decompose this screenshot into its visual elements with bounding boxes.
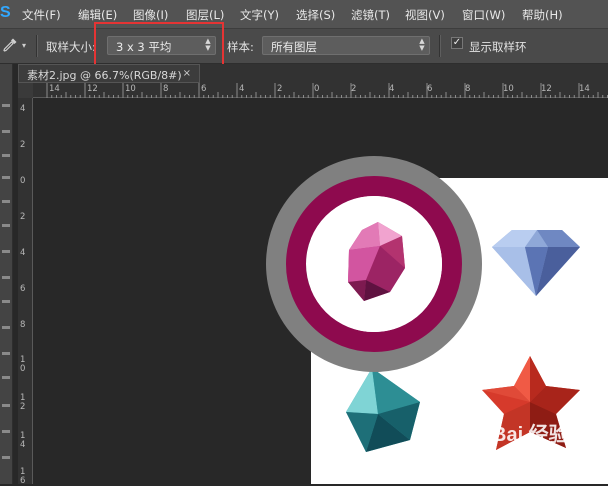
blue-diamond-image (492, 230, 580, 296)
watermark-url: jingyan.baidu.com (509, 456, 588, 466)
canvas-artwork (266, 156, 580, 452)
watermark: Bai 经验 (492, 424, 569, 446)
teal-gem-image (346, 368, 420, 452)
